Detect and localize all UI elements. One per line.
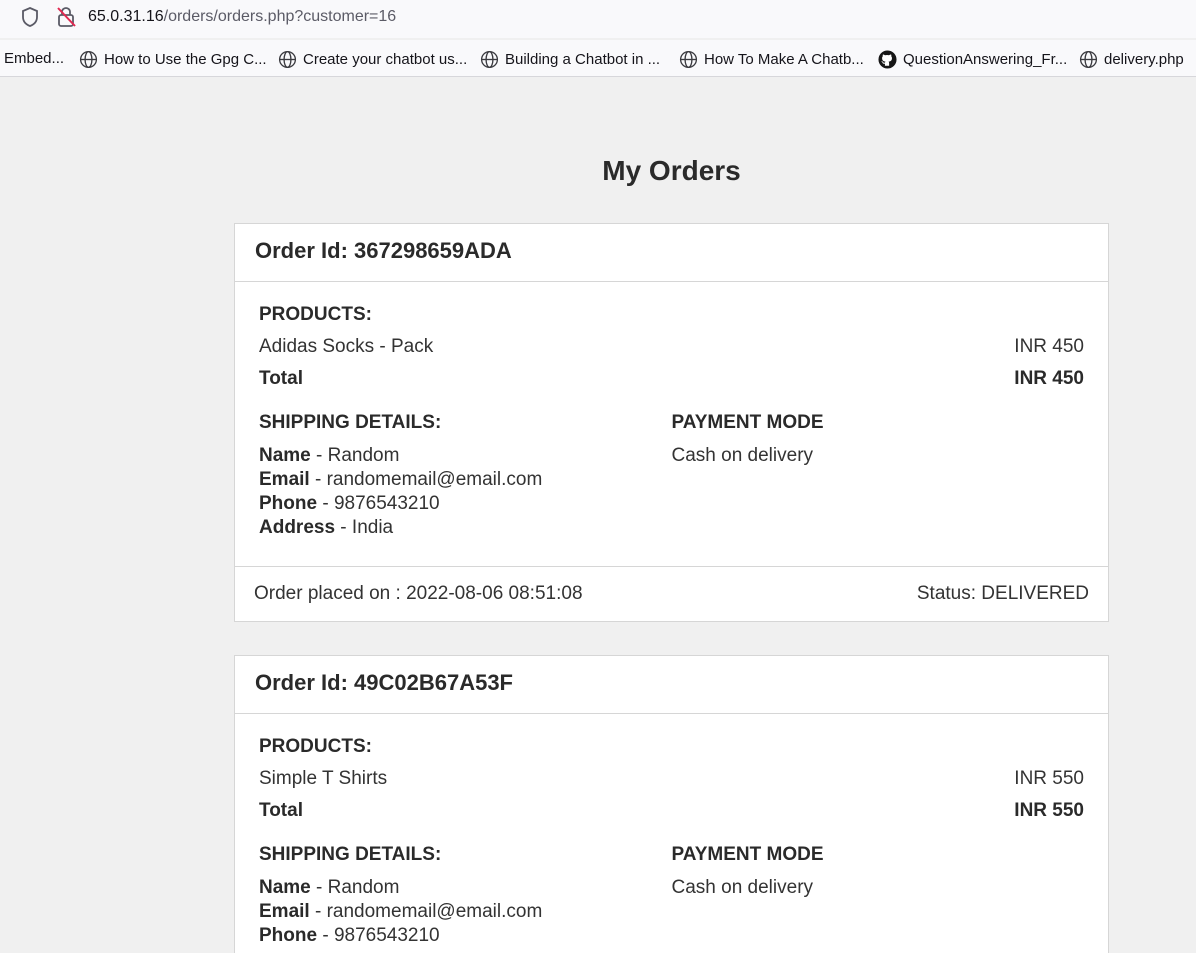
bookmark-label: QuestionAnswering_Fr... <box>903 51 1068 68</box>
order-footer: Order placed on : 2022-08-06 08:51:08 St… <box>235 566 1108 621</box>
products-title: PRODUCTS: <box>259 736 372 757</box>
payment-details: PAYMENT MODE Cash on delivery <box>672 844 1085 948</box>
bookmarks-toolbar: Embed... How to Use the Gpg C... Create … <box>0 40 1196 77</box>
shipping-title: SHIPPING DETAILS: <box>259 412 442 433</box>
phone-line: Phone - 9876543210 <box>259 924 672 948</box>
address-value: - India <box>335 517 394 538</box>
shipping-details: SHIPPING DETAILS: Name - Random Email - … <box>259 412 672 540</box>
globe-icon <box>679 50 698 69</box>
bookmark-item[interactable]: delivery.php <box>1079 50 1184 69</box>
name-value: - Random <box>310 877 400 898</box>
bookmark-item[interactable]: How to Use the Gpg C... <box>79 50 267 69</box>
payment-value: Cash on delivery <box>671 445 814 466</box>
globe-icon <box>1079 50 1098 69</box>
phone-label: Phone <box>259 925 318 946</box>
name-value: - Random <box>310 445 400 466</box>
bookmark-label: How To Make A Chatb... <box>704 51 864 68</box>
phone-value: - 9876543210 <box>317 493 440 514</box>
shield-icon[interactable] <box>20 6 40 28</box>
product-name: Adidas Socks - Pack <box>259 336 434 357</box>
total-value: INR 550 <box>1014 800 1084 821</box>
total-label: Total <box>259 368 303 389</box>
payment-title: PAYMENT MODE <box>671 412 824 433</box>
email-value: - randomemail@email.com <box>309 469 543 490</box>
order-id: Order Id: 367298659ADA <box>235 224 1108 282</box>
order-id: Order Id: 49C02B67A53F <box>235 656 1108 714</box>
bookmark-label: Create your chatbot us... <box>303 51 468 68</box>
email-line: Email - randomemail@email.com <box>259 900 672 924</box>
email-label: Email <box>259 469 310 490</box>
bookmark-item[interactable]: Create your chatbot us... <box>278 50 467 69</box>
address-line: Address - India <box>259 516 672 540</box>
phone-value: - 9876543210 <box>317 925 440 946</box>
total-value: INR 450 <box>1014 368 1084 389</box>
github-icon <box>878 50 897 69</box>
payment-title: PAYMENT MODE <box>671 844 824 865</box>
details-columns: SHIPPING DETAILS: Name - Random Email - … <box>259 412 1084 540</box>
bookmark-item[interactable]: How To Make A Chatb... <box>679 50 864 69</box>
bookmark-item[interactable]: QuestionAnswering_Fr... <box>878 50 1067 69</box>
total-row: Total INR 450 <box>259 368 1084 390</box>
order-card: Order Id: 367298659ADA PRODUCTS: Adidas … <box>234 223 1109 622</box>
order-status: Status: DELIVERED <box>916 583 1089 604</box>
shipping-details: SHIPPING DETAILS: Name - Random Email - … <box>259 844 672 948</box>
url-host: 65.0.31.16 <box>88 8 164 25</box>
payment-value: Cash on delivery <box>671 877 814 898</box>
details-columns: SHIPPING DETAILS: Name - Random Email - … <box>259 844 1084 948</box>
total-label: Total <box>259 800 303 821</box>
order-body: PRODUCTS: Adidas Socks - Pack INR 450 To… <box>235 282 1108 566</box>
phone-line: Phone - 9876543210 <box>259 492 672 516</box>
bookmark-label: delivery.php <box>1104 51 1184 68</box>
product-price: INR 450 <box>1014 336 1084 357</box>
page-title: My Orders <box>602 155 741 186</box>
order-placed-date: Order placed on : 2022-08-06 08:51:08 <box>254 583 583 604</box>
phone-label: Phone <box>259 493 318 514</box>
name-label: Name <box>259 877 311 898</box>
bookmark-item[interactable]: Embed... <box>4 50 64 67</box>
total-row: Total INR 550 <box>259 800 1084 822</box>
bookmark-label: Building a Chatbot in ... <box>505 51 661 68</box>
url-path: /orders/orders.php?customer=16 <box>163 8 397 25</box>
globe-icon <box>79 50 98 69</box>
browser-url-bar: 65.0.31.16/orders/orders.php?customer=16 <box>0 0 1196 38</box>
order-card: Order Id: 49C02B67A53F PRODUCTS: Simple … <box>234 655 1109 953</box>
name-label: Name <box>259 445 311 466</box>
product-row: Adidas Socks - Pack INR 450 <box>259 336 1084 358</box>
payment-details: PAYMENT MODE Cash on delivery <box>672 412 1085 540</box>
order-body: PRODUCTS: Simple T Shirts INR 550 Total … <box>235 714 1108 948</box>
name-line: Name - Random <box>259 876 672 900</box>
email-line: Email - randomemail@email.com <box>259 468 672 492</box>
bookmark-label: Embed... <box>4 50 65 67</box>
bookmark-item[interactable]: Building a Chatbot in ... <box>480 50 660 69</box>
shipping-title: SHIPPING DETAILS: <box>259 844 442 865</box>
product-name: Simple T Shirts <box>259 768 388 789</box>
email-label: Email <box>259 901 310 922</box>
email-value: - randomemail@email.com <box>309 901 543 922</box>
product-price: INR 550 <box>1014 768 1084 789</box>
bookmark-label: How to Use the Gpg C... <box>104 51 267 68</box>
product-row: Simple T Shirts INR 550 <box>259 768 1084 790</box>
products-title: PRODUCTS: <box>259 304 372 325</box>
globe-icon <box>278 50 297 69</box>
globe-icon <box>480 50 499 69</box>
address-label: Address <box>259 517 336 538</box>
insecure-lock-icon[interactable] <box>55 5 77 29</box>
url-field[interactable]: 65.0.31.16/orders/orders.php?customer=16 <box>88 8 396 26</box>
name-line: Name - Random <box>259 444 672 468</box>
